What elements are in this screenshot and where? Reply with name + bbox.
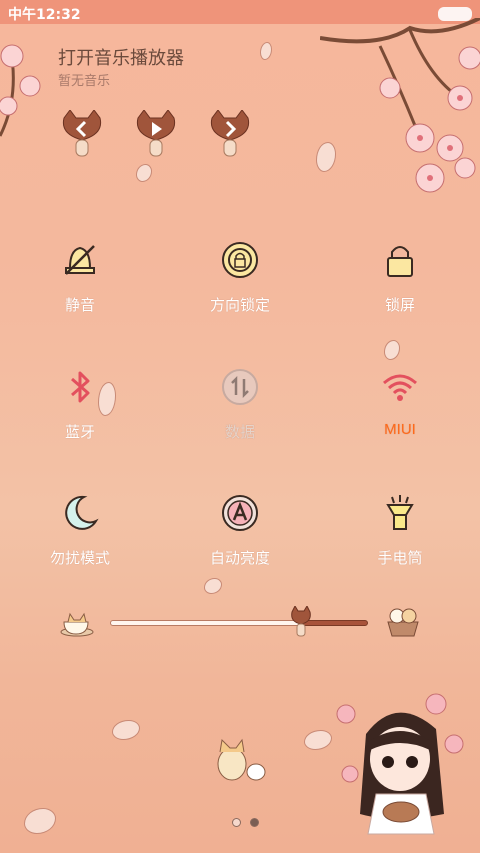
cherry-blossom-decoration-left	[0, 44, 41, 137]
data-transfer-icon	[222, 369, 258, 405]
petal-decoration	[260, 42, 272, 60]
next-button[interactable]	[208, 109, 252, 160]
page-dot-2[interactable]	[250, 818, 260, 827]
brightness-slider[interactable]	[60, 606, 420, 642]
bell-off-icon	[65, 245, 95, 275]
cat-in-cup-icon	[60, 612, 94, 637]
flashlight-label: 手电筒	[377, 549, 423, 567]
petal-decoration	[24, 808, 56, 834]
bluetooth-icon	[71, 371, 90, 403]
music-status: 暂无音乐	[58, 74, 111, 89]
brightness-thumb[interactable]	[290, 606, 312, 638]
auto-brightness-label: 自动亮度	[209, 549, 270, 567]
cherry-blossom-decoration	[320, 18, 480, 193]
wifi-toggle[interactable]: MIUI	[350, 367, 450, 438]
page-dot-1[interactable]	[232, 818, 241, 827]
flashlight-toggle[interactable]: 手电筒	[350, 493, 450, 568]
cats-in-basket-icon	[387, 608, 419, 637]
padlock-icon	[387, 246, 413, 277]
girl-illustration	[336, 693, 464, 835]
auto-brightness-toggle[interactable]: 自动亮度	[190, 493, 290, 568]
lock-screen-label: 锁屏	[384, 296, 415, 314]
flashlight-icon	[386, 495, 414, 530]
data-toggle[interactable]: 数据	[190, 367, 290, 442]
wifi-label: MIUI	[384, 421, 416, 438]
dnd-label: 勿扰模式	[49, 549, 110, 567]
petal-decoration	[136, 164, 152, 182]
moon-icon	[65, 495, 99, 530]
rotation-lock-label: 方向锁定	[209, 296, 270, 314]
mute-label: 静音	[64, 296, 95, 314]
bluetooth-label: 蓝牙	[64, 423, 95, 441]
bluetooth-toggle[interactable]: 蓝牙	[30, 367, 130, 442]
page-indicator	[230, 812, 261, 831]
auto-a-icon	[222, 495, 258, 531]
mute-toggle[interactable]: 静音	[30, 240, 130, 315]
rotation-lock-icon	[222, 242, 258, 278]
do-not-disturb-toggle[interactable]: 勿扰模式	[30, 493, 130, 568]
previous-button[interactable]	[60, 109, 104, 160]
status-time: 中午12:32	[8, 7, 81, 23]
brightness-track-left	[110, 620, 302, 626]
chevron-left-icon	[62, 109, 102, 157]
cats-illustration	[217, 738, 266, 781]
data-label: 数据	[224, 423, 255, 441]
chevron-right-icon	[210, 109, 250, 157]
music-player-title[interactable]: 打开音乐播放器	[58, 44, 184, 70]
petal-decoration	[384, 340, 400, 360]
petal-decoration	[112, 720, 140, 740]
lock-screen-toggle[interactable]: 锁屏	[350, 240, 450, 315]
play-button[interactable]	[134, 109, 178, 160]
petal-decoration	[204, 578, 222, 594]
wifi-icon	[383, 374, 417, 401]
rotation-lock-toggle[interactable]: 方向锁定	[190, 240, 290, 315]
play-icon	[136, 109, 176, 157]
